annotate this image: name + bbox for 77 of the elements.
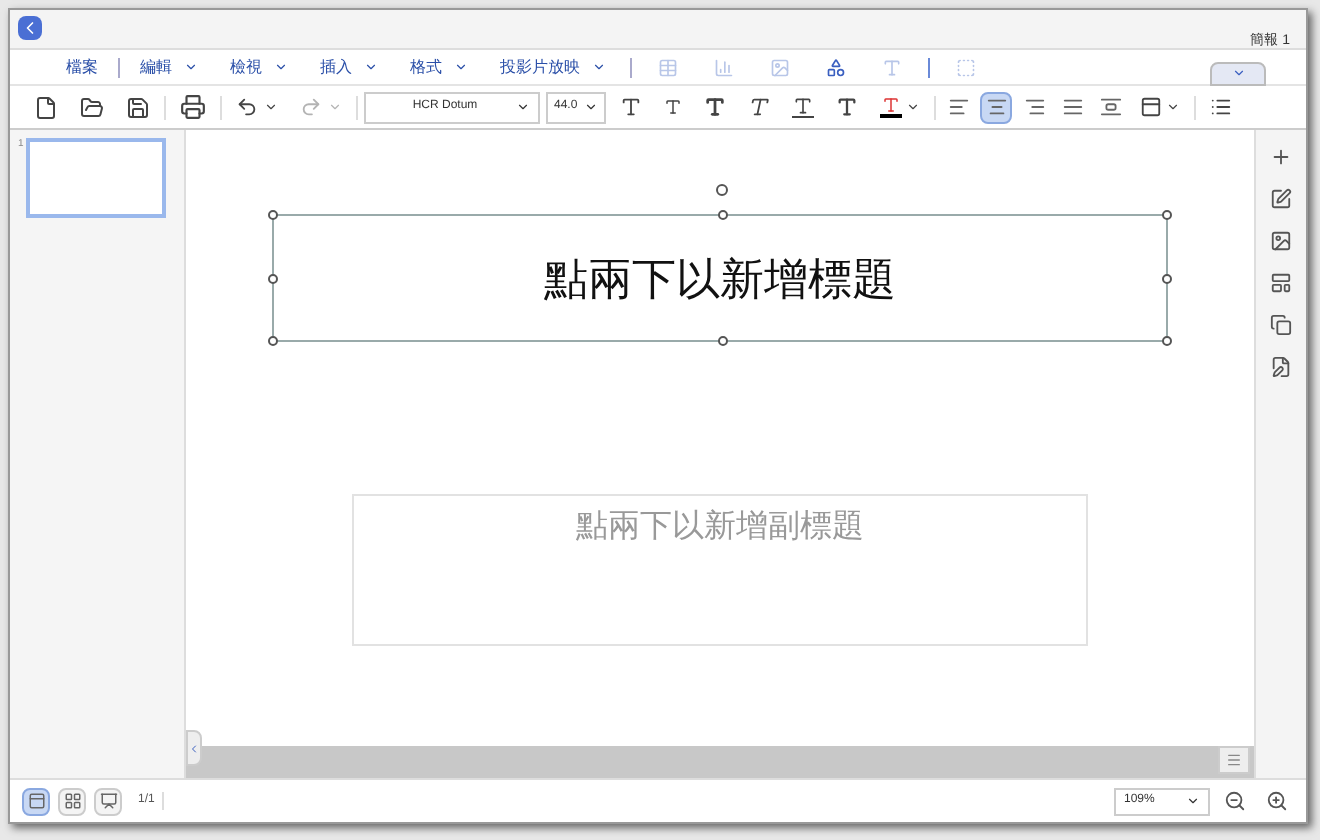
font-color-icon — [880, 96, 902, 118]
back-button[interactable] — [18, 16, 42, 40]
plus-icon — [1270, 146, 1292, 168]
underline-icon — [792, 96, 814, 118]
redo-icon — [300, 96, 322, 118]
caret-icon — [1166, 100, 1180, 114]
shape-button[interactable] — [1270, 188, 1292, 210]
copy-icon — [1270, 314, 1292, 336]
image-icon — [770, 57, 790, 77]
caret-icon — [906, 100, 920, 114]
view-button[interactable] — [22, 787, 50, 815]
save-icon — [126, 95, 150, 119]
slide-thumbnail[interactable] — [25, 138, 166, 218]
add-button[interactable] — [1270, 146, 1292, 168]
caret-icon — [516, 100, 530, 114]
panel-toggle[interactable] — [186, 730, 202, 766]
title-text: 點兩下以新增標題 — [544, 251, 896, 307]
subtitle-text: 點兩下以新增副標題 — [576, 507, 864, 548]
shapes-icon — [826, 57, 846, 77]
align-icon — [1023, 96, 1045, 118]
notes-button[interactable] — [1270, 356, 1292, 378]
caret-icon — [584, 100, 598, 114]
caret-icon — [264, 100, 278, 114]
align-icon — [985, 96, 1007, 118]
menu-item[interactable]: 格式 — [394, 55, 484, 79]
caret-icon — [1231, 66, 1245, 80]
zoom-out-icon — [1224, 790, 1246, 812]
bold-icon — [704, 96, 726, 118]
pen-square-icon — [1270, 188, 1292, 210]
resize-handle[interactable] — [1162, 210, 1172, 220]
grid-icon — [63, 792, 81, 810]
bar-chart-icon — [714, 57, 734, 77]
dashed-square-icon — [956, 57, 976, 77]
resize-handle[interactable] — [268, 336, 278, 346]
slides-button[interactable] — [1270, 314, 1292, 336]
chevron-left-icon — [188, 741, 200, 755]
menu-item[interactable]: 檢視 — [214, 55, 304, 79]
rotate-handle[interactable] — [716, 184, 728, 196]
zoom-in-icon — [1266, 790, 1288, 812]
resize-handle[interactable] — [268, 210, 278, 220]
align-button[interactable] — [980, 91, 1012, 123]
layout-icon — [1270, 272, 1292, 294]
resize-handle[interactable] — [1162, 274, 1172, 284]
menu-item[interactable]: 投影片放映 — [484, 55, 622, 79]
layout-button[interactable] — [1270, 272, 1292, 294]
folder-icon — [80, 95, 104, 119]
printer-icon — [180, 94, 206, 120]
menu-item[interactable]: 編輯 — [124, 55, 214, 79]
presentation-icon — [99, 792, 117, 810]
file-edit-icon — [1270, 356, 1292, 378]
caret-icon — [1186, 794, 1200, 808]
align-icon — [1061, 96, 1083, 118]
align-icon — [1099, 96, 1121, 118]
file-icon — [34, 95, 58, 119]
view-button[interactable] — [58, 787, 86, 815]
list-icon — [1210, 96, 1232, 118]
letter-icon — [620, 96, 642, 118]
resize-handle[interactable] — [1162, 336, 1172, 346]
image-button[interactable] — [1270, 230, 1292, 252]
letter-icon — [664, 98, 682, 116]
resize-handle[interactable] — [718, 336, 728, 346]
undo-icon — [236, 96, 258, 118]
image-icon — [1270, 230, 1292, 252]
letter-icon — [836, 96, 858, 118]
lines-icon — [1226, 752, 1242, 768]
caret-icon — [328, 100, 342, 114]
resize-handle[interactable] — [718, 210, 728, 220]
view-button[interactable] — [94, 787, 122, 815]
panel-icon — [1140, 96, 1162, 118]
notes-toggle[interactable] — [1218, 746, 1250, 774]
resize-handle[interactable] — [268, 274, 278, 284]
align-icon — [947, 96, 969, 118]
letter-icon — [882, 57, 902, 77]
menu-item[interactable]: 檔案 — [50, 55, 114, 79]
panel-icon — [27, 792, 45, 810]
menu-item[interactable]: 插入 — [304, 55, 394, 79]
table-icon — [658, 57, 678, 77]
